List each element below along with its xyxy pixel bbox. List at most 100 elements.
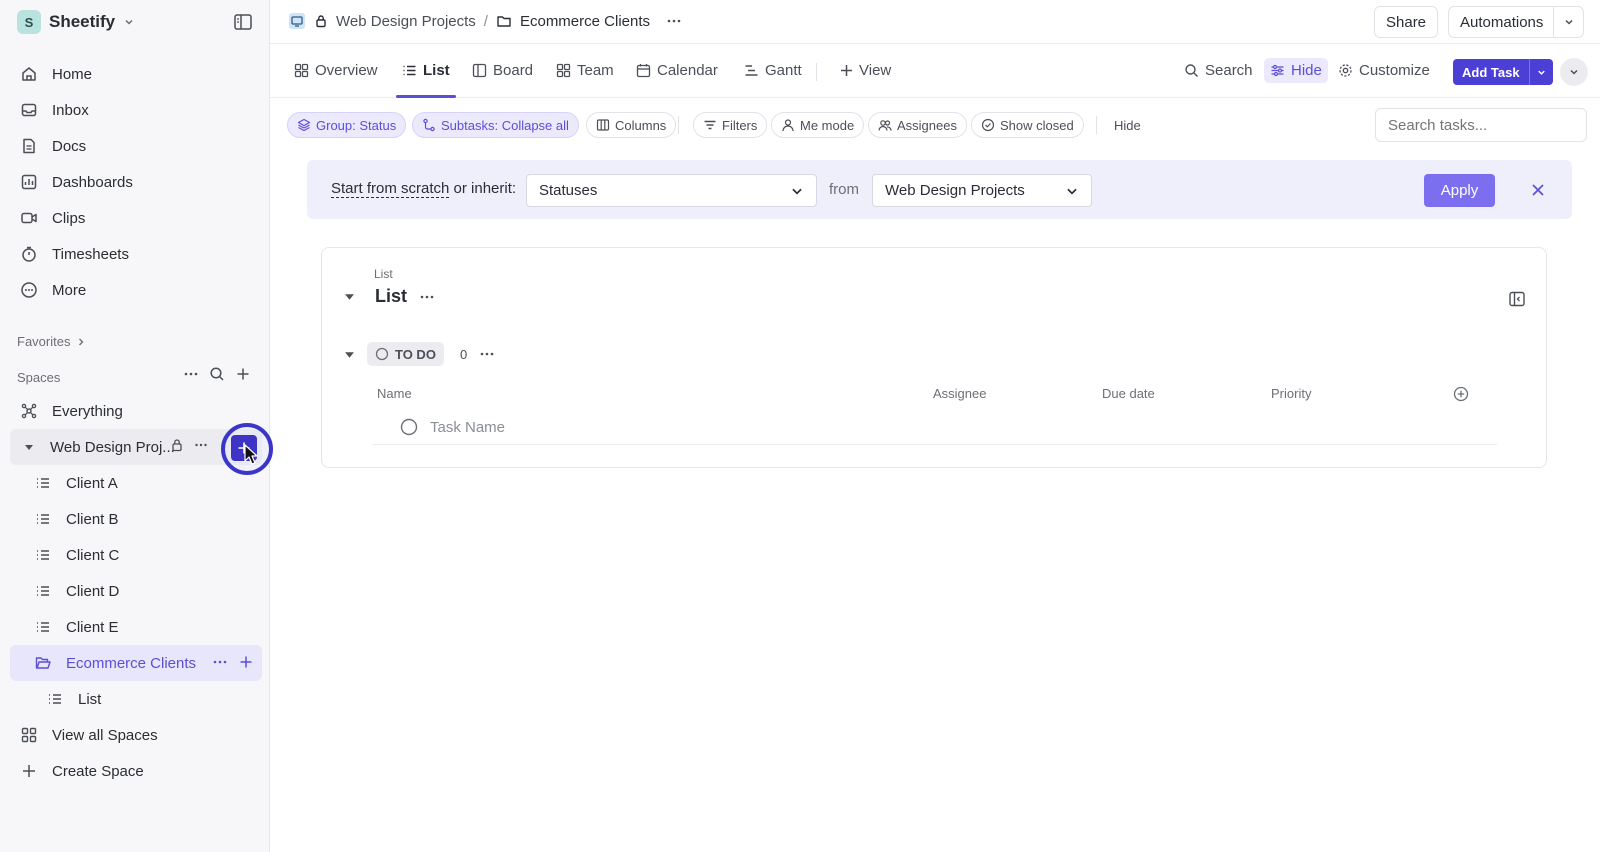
sidebar-item-client-e[interactable]: Client E bbox=[10, 609, 262, 645]
favorites-header[interactable]: Favorites bbox=[17, 334, 86, 349]
subtasks-chip[interactable]: Subtasks: Collapse all bbox=[412, 112, 579, 138]
sidebar-toggle-icon[interactable] bbox=[233, 12, 253, 32]
task-name-placeholder: Task Name bbox=[430, 418, 506, 436]
new-task-row[interactable]: Task Name bbox=[372, 410, 1497, 445]
customize-button[interactable]: Customize bbox=[1338, 62, 1430, 79]
sidebar-item-view-all-spaces[interactable]: View all Spaces bbox=[10, 717, 262, 753]
space-row-actions bbox=[170, 438, 208, 452]
list-title-row: List bbox=[344, 286, 435, 307]
tab-label: Team bbox=[577, 62, 614, 79]
column-header-due-date[interactable]: Due date bbox=[1102, 386, 1155, 401]
search-icon[interactable] bbox=[209, 366, 225, 382]
banner-inherit-text: or inherit: bbox=[449, 180, 517, 197]
sidebar-item-folder-list[interactable]: List bbox=[10, 681, 262, 717]
hide-filter-button[interactable]: Hide bbox=[1104, 112, 1151, 138]
column-header-name[interactable]: Name bbox=[377, 386, 412, 401]
group-status-chip[interactable]: Group: Status bbox=[287, 112, 407, 138]
sidebar-item-dashboards[interactable]: Dashboards bbox=[10, 164, 260, 200]
column-header-assignee[interactable]: Assignee bbox=[933, 386, 986, 401]
toolbar-expand-button[interactable] bbox=[1560, 58, 1588, 86]
tab-team[interactable]: Team bbox=[556, 62, 614, 79]
automations-dropdown[interactable] bbox=[1553, 7, 1583, 37]
sidebar-item-clips[interactable]: Clips bbox=[10, 200, 260, 236]
sidebar-item-client-a[interactable]: Client A bbox=[10, 465, 262, 501]
calendar-icon bbox=[636, 64, 651, 78]
tab-label: Calendar bbox=[657, 62, 718, 79]
from-label: from bbox=[829, 181, 859, 198]
column-header-priority[interactable]: Priority bbox=[1271, 386, 1311, 401]
list-icon bbox=[37, 514, 49, 524]
sidebar-item-client-c[interactable]: Client C bbox=[10, 537, 262, 573]
breadcrumb-space[interactable]: Web Design Projects bbox=[336, 13, 476, 30]
assignees-chip[interactable]: Assignees bbox=[868, 112, 967, 138]
tab-board[interactable]: Board bbox=[472, 62, 533, 79]
sidebar-item-ecommerce-clients[interactable]: Ecommerce Clients bbox=[10, 645, 262, 681]
list-icon bbox=[37, 622, 49, 632]
source-select[interactable]: Web Design Projects bbox=[872, 174, 1092, 207]
close-icon[interactable] bbox=[1528, 180, 1548, 200]
lock-icon bbox=[316, 15, 326, 28]
caret-down-icon[interactable] bbox=[344, 291, 355, 302]
show-closed-chip[interactable]: Show closed bbox=[971, 112, 1084, 138]
check-circle-icon bbox=[981, 118, 995, 132]
sidebar-item-client-d[interactable]: Client D bbox=[10, 573, 262, 609]
sidebar-item-docs[interactable]: Docs bbox=[10, 128, 260, 164]
folder-row-actions bbox=[212, 654, 254, 670]
sidebar-item-home[interactable]: Home bbox=[10, 56, 260, 92]
inbox-icon bbox=[21, 103, 37, 117]
search-tasks-input[interactable] bbox=[1375, 108, 1587, 142]
top-bar: Web Design Projects / Ecommerce Clients … bbox=[270, 0, 1600, 44]
ellipsis-icon[interactable] bbox=[479, 346, 495, 362]
automations-button[interactable]: Automations bbox=[1448, 6, 1585, 38]
ellipsis-icon[interactable] bbox=[666, 13, 682, 29]
me-mode-chip[interactable]: Me mode bbox=[771, 112, 865, 138]
sidebar-item-label: Docs bbox=[52, 137, 87, 155]
side-panel-icon[interactable] bbox=[1508, 290, 1526, 308]
tab-list[interactable]: List bbox=[402, 62, 450, 79]
add-task-button[interactable]: Add Task bbox=[1453, 59, 1553, 85]
add-view-button[interactable]: View bbox=[840, 62, 891, 79]
plus-icon[interactable] bbox=[235, 366, 251, 382]
team-icon bbox=[556, 63, 571, 78]
tab-calendar[interactable]: Calendar bbox=[636, 62, 718, 79]
apply-button[interactable]: Apply bbox=[1424, 174, 1495, 207]
status-pill-todo[interactable]: TO DO bbox=[367, 342, 444, 366]
sidebar-item-everything[interactable]: Everything bbox=[10, 393, 262, 429]
list-card: List List TO DO 0 Name Assignee Due date… bbox=[321, 247, 1547, 468]
chip-label: Show closed bbox=[1000, 117, 1074, 133]
plus-icon[interactable] bbox=[238, 654, 254, 670]
columns-chip[interactable]: Columns bbox=[586, 112, 677, 138]
sidebar-item-timesheets[interactable]: Timesheets bbox=[10, 236, 260, 272]
chevron-right-icon bbox=[79, 338, 84, 345]
share-button[interactable]: Share bbox=[1374, 6, 1439, 38]
tab-divider bbox=[816, 63, 817, 81]
ellipsis-icon[interactable] bbox=[183, 366, 199, 382]
caret-down-icon[interactable] bbox=[24, 442, 34, 452]
tab-overview[interactable]: Overview bbox=[294, 62, 378, 79]
sidebar-item-client-b[interactable]: Client B bbox=[10, 501, 262, 537]
breadcrumb-separator: / bbox=[483, 12, 488, 30]
tab-gantt[interactable]: Gantt bbox=[744, 62, 802, 79]
ellipsis-icon[interactable] bbox=[194, 438, 208, 452]
filters-chip[interactable]: Filters bbox=[693, 112, 768, 138]
hide-button[interactable]: Hide bbox=[1264, 58, 1328, 83]
ellipsis-icon[interactable] bbox=[419, 289, 435, 305]
ellipsis-icon[interactable] bbox=[212, 654, 228, 670]
chevron-down-icon bbox=[125, 19, 133, 25]
add-task-dropdown[interactable] bbox=[1528, 59, 1553, 85]
sidebar-item-more[interactable]: More bbox=[10, 272, 260, 308]
sidebar-item-label: List bbox=[78, 690, 102, 708]
search-button[interactable]: Search bbox=[1184, 62, 1253, 79]
workspace-avatar: S bbox=[17, 10, 41, 34]
breadcrumb-folder[interactable]: Ecommerce Clients bbox=[520, 13, 650, 30]
add-column-icon[interactable] bbox=[1453, 386, 1469, 402]
select-value: Statuses bbox=[539, 182, 598, 199]
sidebar-item-create-space[interactable]: Create Space bbox=[10, 753, 262, 789]
start-from-scratch-link[interactable]: Start from scratch bbox=[331, 180, 450, 198]
search-icon bbox=[1185, 64, 1198, 77]
statuses-select[interactable]: Statuses bbox=[526, 174, 817, 207]
sidebar-item-inbox[interactable]: Inbox bbox=[10, 92, 260, 128]
caret-down-icon[interactable] bbox=[344, 349, 355, 360]
workspace-switcher[interactable]: S Sheetify bbox=[17, 10, 135, 34]
favorites-label: Favorites bbox=[17, 334, 71, 349]
